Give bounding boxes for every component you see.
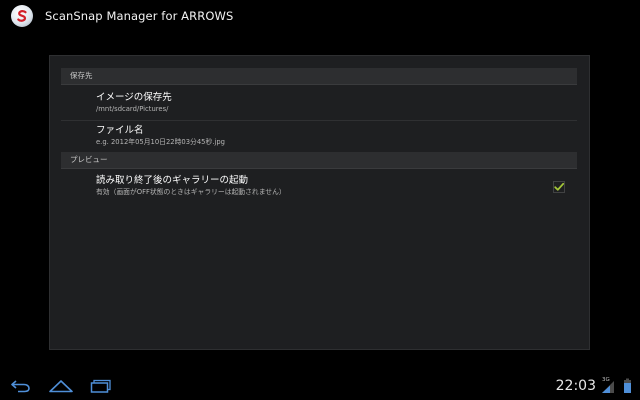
pref-summary: /mnt/sdcard/Pictures/ (96, 105, 169, 113)
pref-image-save-location[interactable]: イメージの保存先 /mnt/sdcard/Pictures/ (61, 92, 577, 114)
pref-title: ファイル名 (96, 125, 144, 136)
home-icon[interactable] (44, 376, 78, 396)
divider (61, 120, 577, 121)
scansnap-logo-icon[interactable] (11, 5, 33, 27)
pref-file-name[interactable]: ファイル名 e.g. 2012年05月10日22時03分45秒.jpg (61, 125, 577, 147)
back-icon[interactable] (4, 376, 38, 396)
screen: ScanSnap Manager for ARROWS 保存先 イメージの保存先… (0, 0, 640, 400)
system-navigation-bar: 22:03 3G (0, 372, 640, 400)
signal-icon (602, 381, 614, 393)
preferences-panel: 保存先 イメージの保存先 /mnt/sdcard/Pictures/ ファイル名… (49, 55, 590, 350)
status-icons[interactable]: 3G (600, 377, 634, 395)
pref-title: 読み取り終了後のギャラリーの起動 (96, 175, 249, 186)
category-header-preview: プレビュー (61, 152, 577, 169)
battery-icon (624, 378, 631, 393)
app-title: ScanSnap Manager for ARROWS (45, 9, 234, 23)
pref-title: イメージの保存先 (96, 92, 172, 103)
status-clock[interactable]: 22:03 (556, 376, 596, 396)
pref-summary: 有効（画面がOFF状態のときはギャラリーは起動されません） (96, 188, 286, 196)
checkbox-checked-icon[interactable] (553, 181, 565, 193)
recent-apps-icon[interactable] (84, 376, 118, 396)
pref-launch-gallery[interactable]: 読み取り終了後のギャラリーの起動 有効（画面がOFF状態のときはギャラリーは起動… (61, 175, 577, 199)
category-header-save-location: 保存先 (61, 68, 577, 85)
action-bar: ScanSnap Manager for ARROWS (0, 0, 640, 32)
pref-summary: e.g. 2012年05月10日22時03分45秒.jpg (96, 138, 225, 146)
